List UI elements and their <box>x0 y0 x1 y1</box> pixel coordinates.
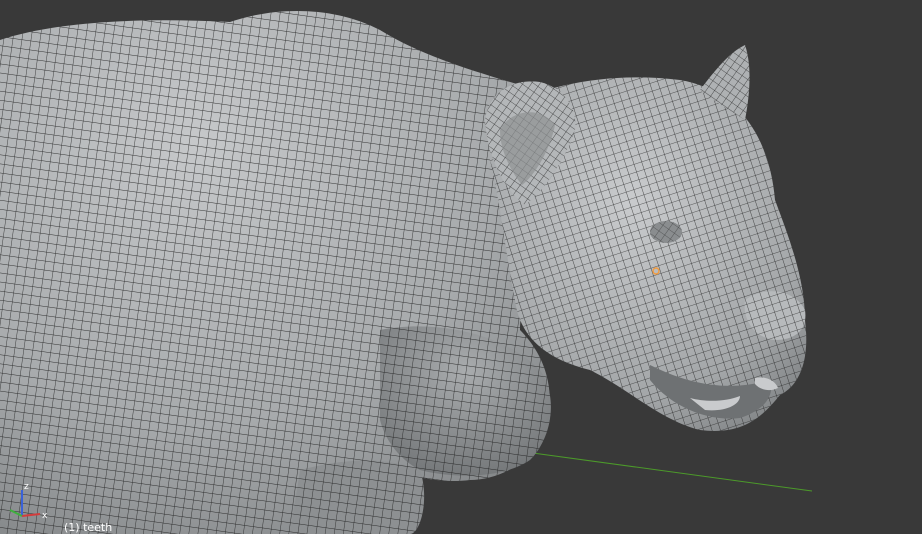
gizmo-x-axis <box>21 513 41 517</box>
3d-viewport[interactable]: z x (1) teeth <box>0 0 922 534</box>
gizmo-z-label: z <box>24 482 29 492</box>
front-leg-mesh <box>290 460 425 534</box>
gizmo-x-label: x <box>42 511 48 521</box>
axis-gizmo[interactable]: z x <box>2 480 52 524</box>
eye-mesh <box>650 221 682 243</box>
active-object-label: (1) teeth <box>64 521 113 534</box>
gizmo-y-axis <box>9 509 23 517</box>
mesh-scene[interactable] <box>0 0 922 534</box>
